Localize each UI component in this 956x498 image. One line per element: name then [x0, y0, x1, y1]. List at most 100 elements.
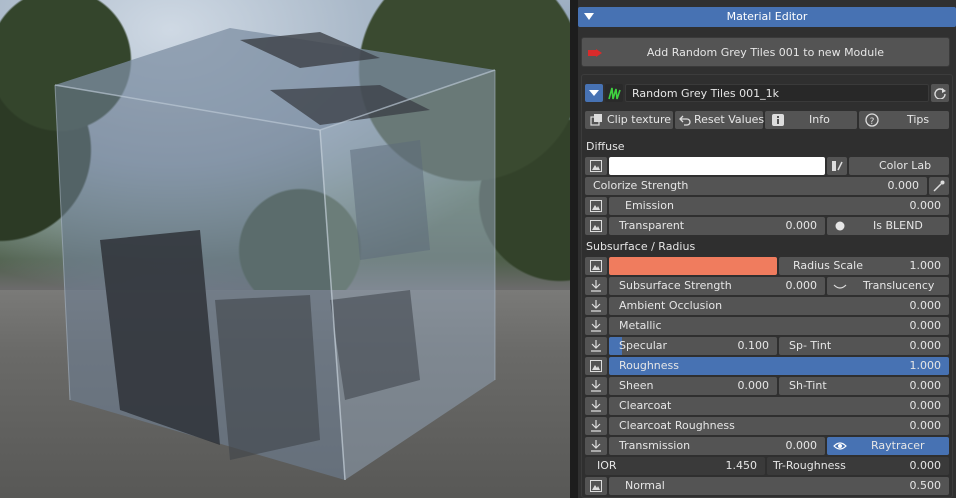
- brush-icon: [832, 161, 843, 171]
- clearcoat-socket-button[interactable]: [585, 397, 607, 415]
- download-arrow-icon: [591, 280, 601, 292]
- grass-texture-icon: [608, 87, 621, 100]
- material-name-row: Random Grey Tiles 001_1k: [585, 84, 949, 102]
- normal-row: Normal 0.500: [585, 477, 949, 495]
- clip-texture-button[interactable]: Clip texture: [585, 111, 673, 129]
- diffuse-texture-button[interactable]: [585, 157, 607, 175]
- raytracer-toggle[interactable]: Raytracer: [827, 437, 949, 455]
- transmission-slider[interactable]: Transmission 0.000: [609, 437, 825, 455]
- colorize-strength-slider[interactable]: Colorize Strength 0.000: [585, 177, 927, 195]
- download-arrow-icon: [591, 300, 601, 312]
- render-viewport[interactable]: [0, 0, 570, 498]
- clearcoat-roughness-row: Clearcoat Roughness 0.000: [585, 417, 949, 435]
- specular-row: Specular 0.100 Sp- Tint 0.000: [585, 337, 949, 355]
- sheen-socket-button[interactable]: [585, 377, 607, 395]
- roughness-slider[interactable]: Roughness 1.000: [609, 357, 949, 375]
- normal-texture-button[interactable]: [585, 477, 607, 495]
- transparent-texture-button[interactable]: [585, 217, 607, 235]
- clearcoat-roughness-socket-button[interactable]: [585, 417, 607, 435]
- info-button[interactable]: Info: [765, 111, 857, 129]
- subsurface-strength-slider[interactable]: Subsurface Strength 0.000: [609, 277, 825, 295]
- material-dropdown-button[interactable]: [585, 84, 603, 102]
- tr-roughness-field[interactable]: Tr-Roughness 0.000: [767, 457, 949, 475]
- image-icon: [590, 480, 602, 492]
- image-icon: [590, 260, 602, 272]
- roughness-texture-button[interactable]: [585, 357, 607, 375]
- sheen-row: Sheen 0.000 Sh-Tint 0.000: [585, 377, 949, 395]
- emission-slider[interactable]: Emission 0.000: [609, 197, 949, 215]
- spec-tint-slider[interactable]: Sp- Tint 0.000: [779, 337, 949, 355]
- metallic-row: Metallic 0.000: [585, 317, 949, 335]
- image-icon: [590, 360, 602, 372]
- radio-dot-icon: [835, 221, 845, 231]
- color-picker-toggle[interactable]: [827, 157, 847, 175]
- panel-divider[interactable]: [570, 0, 578, 498]
- sheen-tint-slider[interactable]: Sh-Tint 0.000: [779, 377, 949, 395]
- svg-text:?: ?: [870, 117, 875, 127]
- curve-icon: [833, 284, 847, 289]
- image-icon: [590, 160, 602, 172]
- subsurface-strength-row: Subsurface Strength 0.000 Translucency: [585, 277, 949, 295]
- specular-socket-button[interactable]: [585, 337, 607, 355]
- download-arrow-icon: [591, 340, 601, 352]
- translucency-toggle[interactable]: Translucency: [827, 277, 949, 295]
- download-arrow-icon: [591, 320, 601, 332]
- undo-icon: [679, 115, 691, 126]
- clearcoat-roughness-slider[interactable]: Clearcoat Roughness 0.000: [609, 417, 949, 435]
- clearcoat-slider[interactable]: Clearcoat 0.000: [609, 397, 949, 415]
- subsurface-socket-button[interactable]: [585, 277, 607, 295]
- material-box: Random Grey Tiles 001_1k Clip texture Re…: [581, 74, 953, 498]
- eyedropper-icon: [933, 180, 945, 192]
- subsurface-section-label: Subsurface / Radius: [586, 240, 696, 253]
- ao-socket-button[interactable]: [585, 297, 607, 315]
- panel-title: Material Editor: [726, 10, 808, 23]
- diffuse-color-row: Color Lab: [585, 157, 949, 175]
- radius-scale-slider[interactable]: Radius Scale 1.000: [779, 257, 949, 275]
- clearcoat-row: Clearcoat 0.000: [585, 397, 949, 415]
- ior-row: IOR 1.450 Tr-Roughness 0.000: [585, 457, 949, 475]
- metallic-socket-button[interactable]: [585, 317, 607, 335]
- radius-row: Radius Scale 1.000: [585, 257, 949, 275]
- image-icon: [590, 200, 602, 212]
- tips-button[interactable]: ? Tips: [859, 111, 949, 129]
- download-arrow-icon: [591, 420, 601, 432]
- download-arrow-icon: [591, 440, 601, 452]
- diffuse-color-swatch[interactable]: [609, 157, 825, 175]
- download-arrow-icon: [591, 400, 601, 412]
- roughness-row: Roughness 1.000: [585, 357, 949, 375]
- radius-color-swatch[interactable]: [609, 257, 777, 275]
- ao-slider[interactable]: Ambient Occlusion 0.000: [609, 297, 949, 315]
- normal-slider[interactable]: Normal 0.500: [609, 477, 949, 495]
- radius-texture-button[interactable]: [585, 257, 607, 275]
- refresh-button[interactable]: [931, 84, 949, 102]
- is-blend-toggle[interactable]: Is BLEND: [827, 217, 949, 235]
- ior-field[interactable]: IOR 1.450: [585, 457, 765, 475]
- ao-row: Ambient Occlusion 0.000: [585, 297, 949, 315]
- image-icon: [590, 220, 602, 232]
- sheen-slider[interactable]: Sheen 0.000: [609, 377, 777, 395]
- specular-slider[interactable]: Specular 0.100: [609, 337, 777, 355]
- clip-icon: [590, 114, 602, 126]
- emission-row: Emission 0.000: [585, 197, 949, 215]
- info-icon: [772, 114, 784, 126]
- panel-header[interactable]: Material Editor: [578, 7, 956, 27]
- material-name-field[interactable]: Random Grey Tiles 001_1k: [625, 84, 929, 102]
- color-lab-button[interactable]: Color Lab: [849, 157, 949, 175]
- transmission-socket-button[interactable]: [585, 437, 607, 455]
- eyedropper-button[interactable]: [929, 177, 949, 195]
- glass-cube-render: [54, 28, 496, 481]
- transparent-slider[interactable]: Transparent 0.000: [609, 217, 825, 235]
- metallic-slider[interactable]: Metallic 0.000: [609, 317, 949, 335]
- material-thumbnail: [605, 84, 623, 102]
- transparent-row: Transparent 0.000 Is BLEND: [585, 217, 949, 235]
- eye-icon: [833, 442, 847, 450]
- help-icon: ?: [865, 113, 879, 127]
- emission-texture-button[interactable]: [585, 197, 607, 215]
- transmission-row: Transmission 0.000 Raytracer: [585, 437, 949, 455]
- material-editor-panel: Material Editor Add Random Grey Tiles 00…: [578, 0, 956, 498]
- add-to-module-button[interactable]: Add Random Grey Tiles 001 to new Module: [581, 37, 950, 67]
- refresh-icon: [934, 88, 946, 99]
- add-to-module-label: Add Random Grey Tiles 001 to new Module: [646, 46, 885, 59]
- download-arrow-icon: [591, 380, 601, 392]
- reset-values-button[interactable]: Reset Values: [675, 111, 764, 129]
